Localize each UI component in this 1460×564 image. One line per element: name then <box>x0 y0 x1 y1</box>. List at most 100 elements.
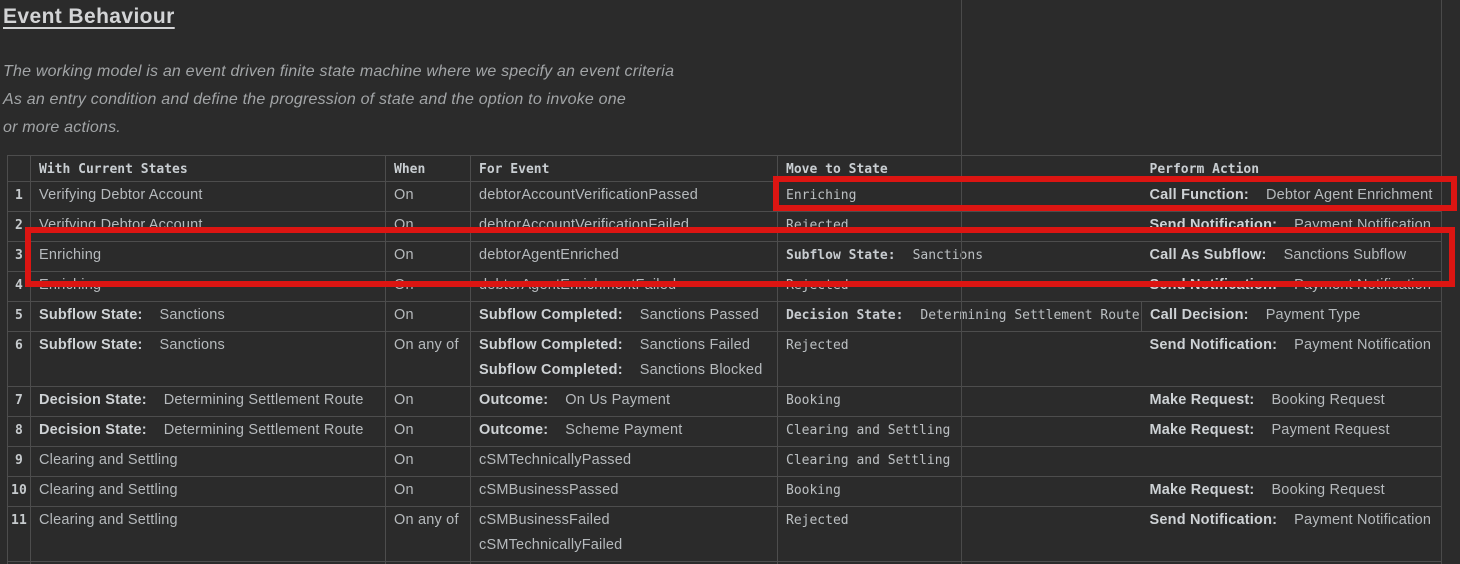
cell-perform-action: Send Notification:Payment Notification <box>1142 212 1442 242</box>
row-number: 11 <box>8 507 31 562</box>
cell-perform-action: Send Notification:Payment Notification <box>1142 507 1442 562</box>
action-value: Payment Type <box>1266 307 1361 323</box>
cell-current-state: Subflow State:Sanctions <box>31 332 386 387</box>
event-entry: Subflow Completed:Sanctions Passed <box>479 306 769 325</box>
current-state-value: Enriching <box>39 277 101 293</box>
action-label: Call Decision: <box>1150 307 1249 323</box>
cell-move-to-state: Decision State:Determining Settlement Ro… <box>778 302 1142 332</box>
event-entry: Subflow Completed: Sanctions Blocked <box>479 361 769 380</box>
cell-current-state: Subflow State:Sanctions <box>31 302 386 332</box>
row-number: 1 <box>8 182 31 212</box>
cell-perform-action: Call Function: Debtor Agent Enrichment <box>1142 182 1442 212</box>
table-row: 3EnrichingOndebtorAgentEnrichedSubflow S… <box>8 242 1442 272</box>
cell-when: On <box>386 302 471 332</box>
description-line: or more actions. <box>3 114 674 142</box>
cell-current-state: Verifying Debtor Account <box>31 182 386 212</box>
cell-spacer <box>962 332 1142 387</box>
current-state-label: Decision State: <box>39 422 147 438</box>
cell-when: On <box>386 272 471 302</box>
cell-for-event: Outcome:Scheme Payment <box>471 417 778 447</box>
event-value: Sanctions Blocked <box>640 362 763 378</box>
header-with-current-states: With Current States <box>31 156 386 182</box>
cell-move-to-state: Clearing and Settling <box>778 447 962 477</box>
row-number: 2 <box>8 212 31 242</box>
cell-current-state: Clearing and Settling <box>31 507 386 562</box>
cell-perform-action: Call As Subflow: Sanctions Subflow <box>1142 242 1442 272</box>
header-when: When <box>386 156 471 182</box>
cell-when: On <box>386 417 471 447</box>
row-number: 5 <box>8 302 31 332</box>
cell-perform-action: Call Decision: Payment Type <box>1142 302 1442 332</box>
event-entry: Outcome:On Us Payment <box>479 391 769 410</box>
row-number: 10 <box>8 477 31 507</box>
table-row: 9Clearing and SettlingOncSMTechnicallyPa… <box>8 447 1442 477</box>
event-entry: Outcome:Scheme Payment <box>479 421 769 440</box>
cell-spacer <box>962 212 1142 242</box>
cell-when: On <box>386 182 471 212</box>
row-number: 6 <box>8 332 31 387</box>
event-entry: cSMTechnicallyFailed <box>479 536 769 555</box>
cell-current-state: Enriching <box>31 272 386 302</box>
document-canvas: Event Behaviour The working model is an … <box>0 0 1460 564</box>
table-row: 6Subflow State:SanctionsOn any ofSubflow… <box>8 332 1442 387</box>
move-to-state-value: Rejected <box>786 278 849 293</box>
cell-when: On <box>386 212 471 242</box>
event-value: On Us Payment <box>565 392 670 408</box>
current-state-label: Subflow State: <box>39 337 143 353</box>
table-row: 7Decision State:Determining Settlement R… <box>8 387 1442 417</box>
event-value: Sanctions Passed <box>640 307 759 323</box>
move-to-state-value: Rejected <box>786 218 849 233</box>
cell-perform-action: Make Request: Payment Request <box>1142 417 1442 447</box>
canvas-vertical-line-2 <box>1441 0 1442 564</box>
move-to-state-value: Determining Settlement Route <box>920 308 1139 323</box>
cell-current-state: Decision State:Determining Settlement Ro… <box>31 387 386 417</box>
event-entry: cSMTechnicallyPassed <box>479 451 769 470</box>
event-value: cSMTechnicallyPassed <box>479 452 631 468</box>
event-label: Subflow Completed: <box>479 362 623 378</box>
cell-when: On any of <box>386 332 471 387</box>
event-label: Subflow Completed: <box>479 337 623 353</box>
event-value: cSMBusinessPassed <box>479 482 619 498</box>
action-value: Booking Request <box>1271 392 1384 408</box>
action-value: Payment Request <box>1271 422 1389 438</box>
cell-move-to-state: Rejected <box>778 272 962 302</box>
move-to-state-value: Clearing and Settling <box>786 453 950 468</box>
header-perform-action: Perform Action <box>1142 156 1442 182</box>
move-to-state-value: Clearing and Settling <box>786 423 950 438</box>
move-to-state-value: Booking <box>786 483 841 498</box>
event-entry: debtorAccountVerificationPassed <box>479 186 769 205</box>
move-to-state-value: Rejected <box>786 338 849 353</box>
current-state-value: Verifying Debtor Account <box>39 217 203 233</box>
cell-current-state: Enriching <box>31 242 386 272</box>
current-state-value: Clearing and Settling <box>39 452 178 468</box>
cell-for-event: Subflow Completed:Sanctions FailedSubflo… <box>471 332 778 387</box>
event-value: cSMBusinessFailed <box>479 512 610 528</box>
cell-when: On <box>386 387 471 417</box>
cell-perform-action: Send Notification:Payment Notification <box>1142 272 1442 302</box>
row-number: 9 <box>8 447 31 477</box>
cell-perform-action <box>1142 447 1442 477</box>
action-value: Debtor Agent Enrichment <box>1266 187 1433 203</box>
action-label: Call As Subflow: <box>1150 247 1267 263</box>
current-state-value: Verifying Debtor Account <box>39 187 203 203</box>
cell-perform-action: Send Notification:Payment Notification <box>1142 332 1442 387</box>
cell-perform-action: Make Request:Booking Request <box>1142 477 1442 507</box>
cell-spacer <box>962 272 1142 302</box>
cell-spacer <box>962 507 1142 562</box>
current-state-label: Decision State: <box>39 392 147 408</box>
cell-move-to-state: Clearing and Settling <box>778 417 962 447</box>
row-number: 3 <box>8 242 31 272</box>
event-value: debtorAgentEnriched <box>479 247 619 263</box>
event-label: Outcome: <box>479 422 548 438</box>
table-row: 2Verifying Debtor AccountOndebtorAccount… <box>8 212 1442 242</box>
action-label: Make Request: <box>1150 422 1255 438</box>
cell-move-to-state: Rejected <box>778 212 962 242</box>
cell-perform-action: Make Request:Booking Request <box>1142 387 1442 417</box>
row-number: 7 <box>8 387 31 417</box>
row-number: 4 <box>8 272 31 302</box>
cell-spacer <box>962 242 1142 272</box>
event-value: debtorAgentEnrichmentFailed <box>479 277 676 293</box>
action-value: Sanctions Subflow <box>1284 247 1407 263</box>
header-for-event: For Event <box>471 156 778 182</box>
action-label: Call Function: <box>1150 187 1249 203</box>
